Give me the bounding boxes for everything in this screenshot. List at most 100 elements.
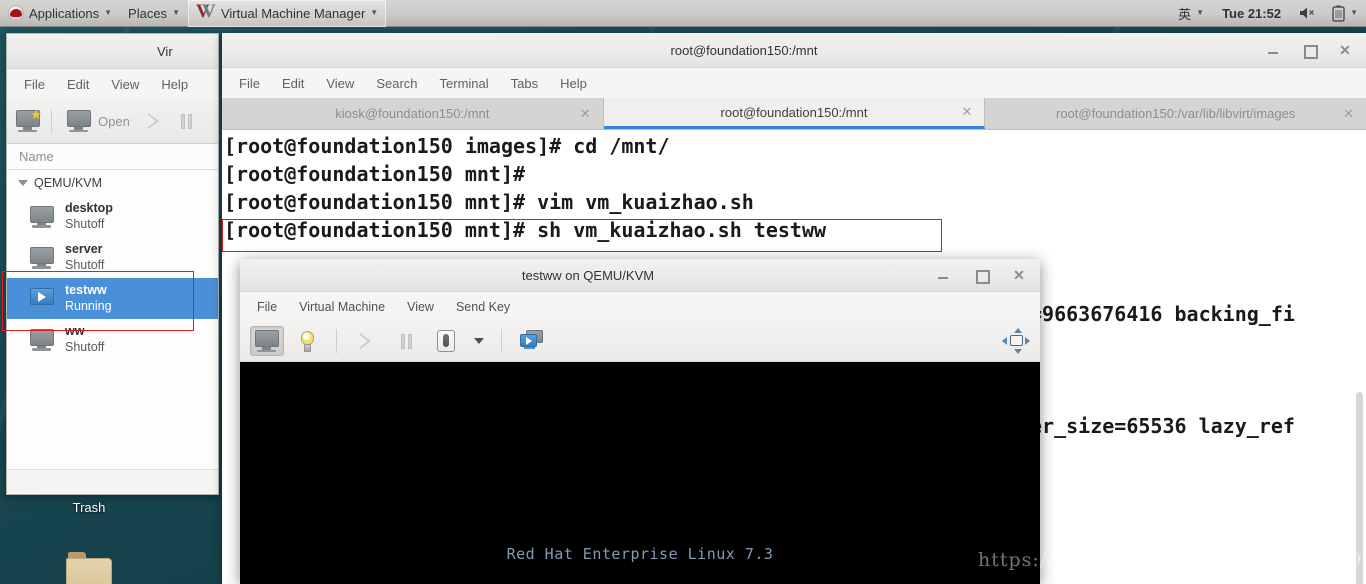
chevron-down-icon[interactable] bbox=[18, 180, 28, 186]
terminal-line: [root@foundation150 mnt]# vim vm_kuaizha… bbox=[224, 190, 754, 214]
menu-view[interactable]: View bbox=[396, 300, 445, 314]
vmm-titlebar[interactable]: Vir bbox=[7, 34, 218, 69]
chevron-down-icon: ▼ bbox=[1196, 8, 1205, 17]
close-icon[interactable]: ✕ bbox=[580, 106, 591, 122]
open-label: Open bbox=[98, 113, 130, 129]
resize-to-vm-icon[interactable] bbox=[1002, 328, 1030, 354]
trash-label: Trash bbox=[72, 500, 106, 515]
panel-item-volume[interactable] bbox=[1291, 0, 1324, 27]
vm-list-item-testww[interactable]: testww Running bbox=[7, 278, 218, 319]
menu-search[interactable]: Search bbox=[365, 76, 428, 91]
vm-viewer-titlebar[interactable]: testww on QEMU/KVM ✕ bbox=[240, 259, 1040, 292]
menu-file[interactable]: File bbox=[228, 76, 271, 91]
menu-file[interactable]: File bbox=[246, 300, 288, 314]
maximize-button[interactable] bbox=[974, 268, 990, 284]
tab-label: kiosk@foundation150:/mnt bbox=[335, 106, 490, 121]
panel-item-input-method[interactable]: 英 ▼ bbox=[1170, 0, 1212, 27]
applications-label: Applications bbox=[29, 5, 100, 21]
power-icon bbox=[437, 330, 455, 352]
terminal-line: [root@foundation150 images]# cd /mnt/ bbox=[224, 134, 670, 158]
connection-row-qemu-kvm[interactable]: QEMU/KVM bbox=[7, 170, 218, 196]
menu-help[interactable]: Help bbox=[549, 76, 598, 91]
active-app-label: Virtual Machine Manager bbox=[220, 5, 366, 21]
menu-file[interactable]: File bbox=[13, 77, 56, 92]
close-button[interactable]: ✕ bbox=[1012, 268, 1026, 282]
close-icon[interactable]: ✕ bbox=[961, 104, 972, 120]
run-button[interactable] bbox=[349, 326, 383, 356]
shutdown-button[interactable] bbox=[429, 326, 463, 356]
chevron-down-icon: ▼ bbox=[1350, 8, 1358, 17]
chevron-down-icon: ▼ bbox=[104, 8, 113, 17]
virtual-machine-manager-window: Vir File Edit View Help ★ Open Name QEMU… bbox=[6, 33, 219, 495]
menu-send-key[interactable]: Send Key bbox=[445, 300, 521, 314]
shutdown-dropdown-button[interactable] bbox=[469, 326, 489, 356]
panel-clock[interactable]: Tue 21:52 bbox=[1212, 6, 1291, 21]
vm-list-item-server[interactable]: server Shutoff bbox=[7, 237, 218, 278]
vm-state: Running bbox=[65, 298, 112, 313]
vm-graphical-console[interactable]: Red Hat Enterprise Linux 7.3 bbox=[240, 362, 1040, 584]
menu-edit[interactable]: Edit bbox=[271, 76, 315, 91]
terminal-tab-kiosk-mnt[interactable]: kiosk@foundation150:/mnt ✕ bbox=[222, 98, 604, 129]
input-method-label: 英 bbox=[1178, 7, 1192, 23]
vmm-statusbar bbox=[7, 469, 218, 494]
terminal-tab-root-mnt[interactable]: root@foundation150:/mnt ✕ bbox=[603, 98, 986, 129]
play-icon bbox=[359, 333, 373, 349]
menu-tabs[interactable]: Tabs bbox=[500, 76, 549, 91]
open-button[interactable]: Open bbox=[62, 110, 134, 132]
folder-icon[interactable] bbox=[66, 552, 114, 584]
gnome-top-panel: Applications ▼ Places ▼ VV Virtual Machi… bbox=[0, 0, 1366, 27]
vm-list-item-ww[interactable]: ww Shutoff bbox=[7, 319, 218, 360]
menu-view[interactable]: View bbox=[315, 76, 365, 91]
panel-item-applications[interactable]: Applications ▼ bbox=[0, 0, 120, 27]
snapshots-button[interactable] bbox=[514, 326, 550, 356]
details-view-button[interactable] bbox=[290, 326, 324, 356]
folder-body bbox=[66, 558, 112, 584]
red-hat-logo-icon bbox=[8, 5, 24, 21]
pause-icon bbox=[400, 333, 412, 349]
menu-view[interactable]: View bbox=[100, 77, 150, 92]
toolbar-separator bbox=[501, 329, 502, 353]
terminal-titlebar[interactable]: root@foundation150:/mnt ✕ bbox=[222, 33, 1366, 68]
watermark-text: https://blog.csdn.net/weixin_41781946 bbox=[978, 549, 1366, 571]
panel-item-active-app[interactable]: VV Virtual Machine Manager ▼ bbox=[187, 0, 387, 27]
toolbar-separator bbox=[336, 329, 337, 353]
vmm-menubar: File Edit View Help bbox=[7, 69, 218, 99]
vm-state: Shutoff bbox=[65, 216, 105, 231]
menu-edit[interactable]: Edit bbox=[56, 77, 100, 92]
vm-viewer-menubar: File Virtual Machine View Send Key bbox=[240, 292, 1040, 321]
close-button[interactable]: ✕ bbox=[1338, 43, 1352, 57]
panel-status-area: 英 ▼ Tue 21:52 ▼ bbox=[1170, 0, 1366, 27]
vm-console-boot-text: Red Hat Enterprise Linux 7.3 bbox=[506, 545, 774, 563]
minimize-button[interactable] bbox=[936, 268, 950, 282]
places-label: Places bbox=[128, 5, 168, 21]
maximize-button[interactable] bbox=[1302, 43, 1318, 59]
new-vm-icon[interactable]: ★ bbox=[15, 108, 42, 132]
play-icon[interactable] bbox=[147, 113, 161, 129]
pause-icon[interactable] bbox=[180, 113, 192, 129]
vm-viewer-window-controls: ✕ bbox=[936, 268, 1040, 284]
desktop-icon-trash[interactable]: Trash bbox=[52, 500, 126, 515]
snapshot-icon bbox=[520, 330, 544, 352]
vmm-toolbar: ★ Open bbox=[7, 99, 218, 144]
column-header-name: Name bbox=[19, 149, 54, 164]
terminal-tab-bar: kiosk@foundation150:/mnt ✕ root@foundati… bbox=[222, 98, 1366, 130]
vm-viewer-window-title: testww on QEMU/KVM bbox=[521, 267, 655, 283]
console-view-button[interactable] bbox=[250, 326, 284, 356]
vm-list-column-header[interactable]: Name bbox=[7, 144, 218, 170]
vm-list-item-desktop[interactable]: desktop Shutoff bbox=[7, 196, 218, 237]
vmm-window-title: Vir bbox=[157, 43, 173, 59]
panel-item-battery[interactable]: ▼ bbox=[1324, 0, 1366, 27]
menu-terminal[interactable]: Terminal bbox=[429, 76, 500, 91]
chevron-down-icon: ▼ bbox=[172, 8, 180, 17]
pause-button[interactable] bbox=[389, 326, 423, 356]
terminal-window-title: root@foundation150:/mnt bbox=[670, 42, 818, 58]
minimize-button[interactable] bbox=[1266, 43, 1280, 57]
vm-name: server bbox=[65, 242, 103, 257]
menu-virtual-machine[interactable]: Virtual Machine bbox=[288, 300, 396, 314]
vm-shutoff-icon bbox=[29, 205, 55, 228]
close-icon[interactable]: ✕ bbox=[1343, 106, 1354, 122]
terminal-tab-root-images[interactable]: root@foundation150:/var/lib/libvirt/imag… bbox=[985, 98, 1366, 129]
tab-label: root@foundation150:/var/lib/libvirt/imag… bbox=[1055, 106, 1296, 121]
menu-help[interactable]: Help bbox=[150, 77, 199, 92]
panel-item-places[interactable]: Places ▼ bbox=[120, 0, 188, 27]
